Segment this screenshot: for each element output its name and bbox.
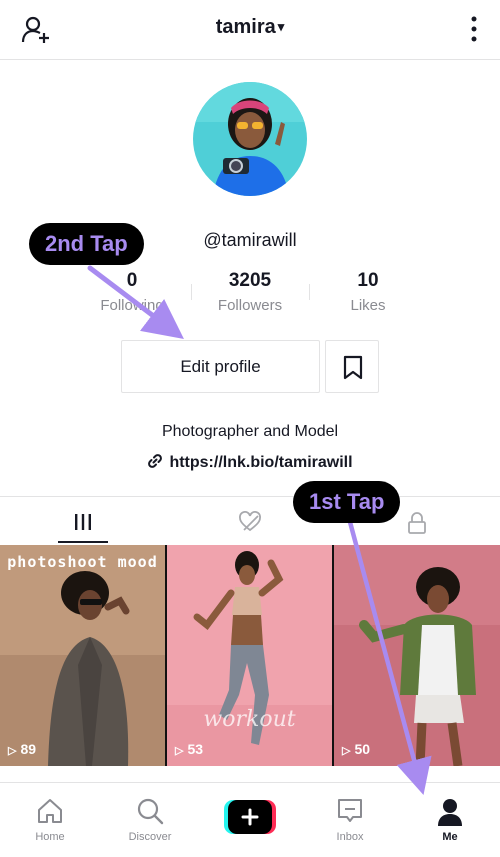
profile-link-text: https://lnk.bio/tamirawill — [169, 454, 353, 471]
video-thumbnail-image — [167, 545, 332, 766]
profile-link[interactable]: https://lnk.bio/tamirawill — [0, 453, 500, 472]
top-bar: tamira ▾ — [0, 0, 500, 60]
video-thumbnail[interactable]: workout ▷ 53 — [167, 545, 332, 766]
callout-second-tap: 2nd Tap — [29, 223, 144, 265]
video-thumbnail-image — [0, 545, 165, 766]
stat-following-label: Following — [100, 297, 164, 314]
search-icon — [137, 798, 164, 825]
stat-following-value: 0 — [126, 270, 138, 291]
profile-bio: Photographer and Model — [161, 423, 339, 440]
video-caption-overlay: photoshoot mood — [7, 553, 158, 571]
bookmark-icon — [343, 355, 363, 380]
stat-followers-label: Followers — [217, 297, 283, 314]
profile-avatar[interactable] — [193, 82, 307, 196]
profile-username-dropdown[interactable]: tamira ▾ — [0, 16, 500, 39]
bookmarks-button[interactable] — [325, 340, 379, 393]
profile-tabs — [0, 496, 500, 544]
video-views: 89 — [20, 741, 37, 757]
username-text: tamira — [215, 16, 276, 38]
callout-first-tap: 1st Tap — [293, 481, 401, 523]
video-thumbnail-image — [334, 545, 500, 766]
video-view-count: ▷ 53 — [175, 741, 203, 757]
stat-likes[interactable]: 10 Likes — [309, 270, 427, 314]
stat-likes-label: Likes — [350, 297, 386, 314]
nav-home-label: Home — [35, 831, 65, 843]
more-vertical-icon[interactable] — [470, 14, 478, 44]
nav-discover-label: Discover — [128, 831, 172, 843]
chevron-down-icon: ▾ — [277, 19, 285, 34]
video-views: 50 — [354, 741, 371, 757]
person-icon — [438, 799, 462, 826]
nav-me[interactable]: Me — [400, 783, 500, 857]
nav-home[interactable]: Home — [0, 783, 100, 857]
video-thumbnail[interactable]: ▷ 50 — [334, 545, 500, 766]
liked-hidden-icon — [239, 511, 261, 532]
video-grid: photoshoot mood ▷ 89 workout ▷ 53 ▷ 50 — [0, 545, 500, 766]
nav-inbox-label: Inbox — [336, 831, 364, 843]
video-thumbnail[interactable]: photoshoot mood ▷ 89 — [0, 545, 165, 766]
home-icon — [38, 799, 62, 823]
edit-profile-button[interactable]: Edit profile — [121, 340, 320, 393]
link-icon — [148, 454, 163, 468]
play-icon: ▷ — [8, 745, 17, 757]
nav-me-label: Me — [442, 831, 458, 843]
inbox-icon — [338, 799, 362, 822]
nav-discover[interactable]: Discover — [100, 783, 200, 857]
video-caption-overlay: workout — [203, 707, 296, 732]
create-video-button[interactable] — [224, 800, 276, 834]
play-icon: ▷ — [175, 745, 184, 757]
lock-icon — [408, 512, 426, 534]
video-view-count: ▷ 89 — [8, 741, 36, 757]
grid-icon — [75, 514, 91, 530]
tab-videos[interactable] — [0, 497, 166, 545]
stat-likes-value: 10 — [357, 270, 379, 291]
stat-followers-value: 3205 — [228, 270, 272, 291]
nav-inbox[interactable]: Inbox — [300, 783, 400, 857]
video-view-count: ▷ 50 — [342, 741, 370, 757]
stat-following[interactable]: 0 Following — [73, 270, 191, 314]
profile-stats: 0 Following 3205 Followers 10 Likes — [73, 270, 427, 320]
play-icon: ▷ — [342, 745, 351, 757]
video-views: 53 — [187, 741, 204, 757]
stat-followers[interactable]: 3205 Followers — [191, 270, 309, 314]
